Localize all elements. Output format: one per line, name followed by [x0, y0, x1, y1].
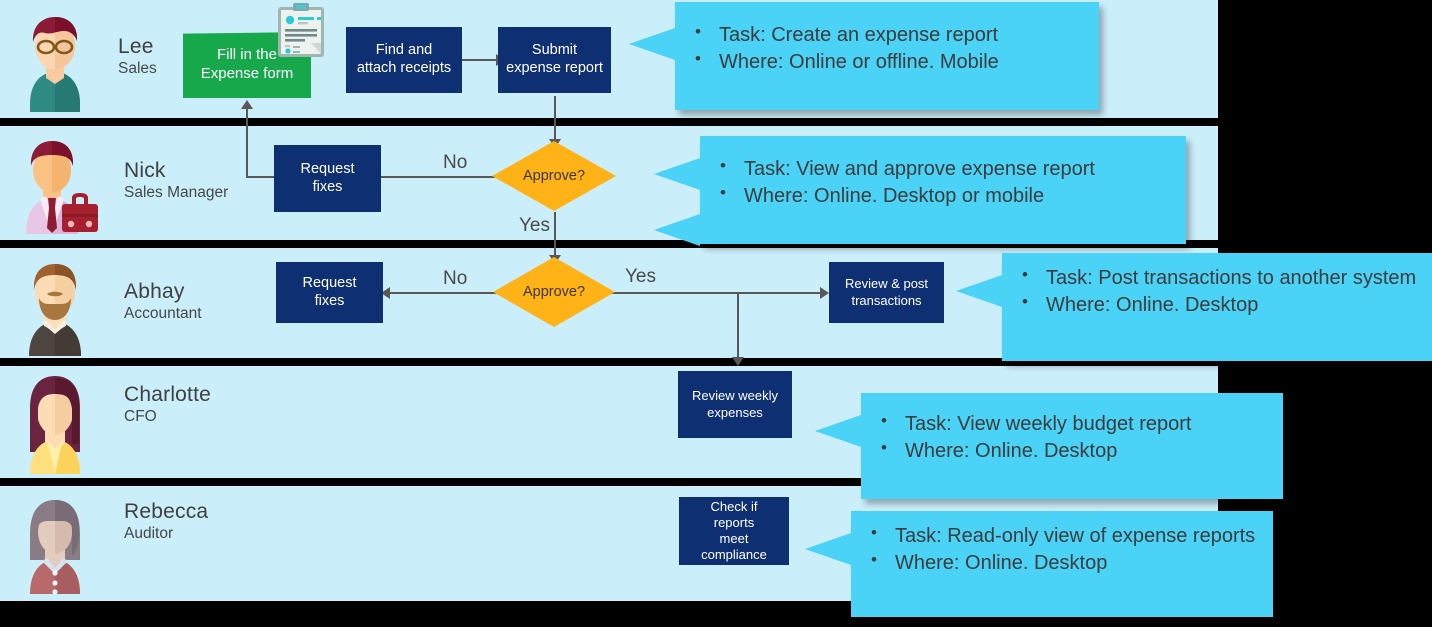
actor-label-charlotte: Charlotte CFO — [124, 383, 212, 426]
edge-label-manager-no: No — [443, 152, 468, 173]
node-label-line2: fixes — [314, 292, 345, 309]
callout-charlotte: Task: View weekly budget report Where: O… — [815, 393, 1283, 499]
arrowhead-yes-to-weekly — [732, 357, 744, 366]
callout-tail-secondary — [654, 214, 700, 246]
node-find-attach-receipts[interactable]: Find and attach receipts — [346, 27, 462, 93]
decision-label: Approve? — [522, 168, 586, 184]
callout-bullet: Task: Create an expense report — [685, 21, 1085, 48]
avatar-abhay-icon — [12, 252, 98, 356]
actor-label-rebecca: Rebecca Auditor — [124, 500, 209, 543]
node-label-line2: expense report — [506, 60, 603, 76]
callout-bullet: Task: Post transactions to another syste… — [1012, 264, 1418, 291]
actor-name: Nick — [124, 159, 166, 182]
callout-bullet: Where: Online. Desktop — [861, 549, 1259, 576]
connector-accountant-no — [384, 292, 502, 294]
node-label-line1: Review weekly — [692, 388, 778, 404]
callout-bullet: Where: Online. Desktop or mobile — [710, 182, 1172, 209]
decision-approve-accountant[interactable]: Approve? — [493, 257, 615, 327]
connector-manager-no-up — [246, 108, 248, 178]
edge-label-manager-yes: Yes — [519, 215, 550, 236]
edge-label-accountant-no: No — [443, 268, 468, 289]
node-submit-expense-report[interactable]: Submit expense report — [498, 27, 611, 93]
node-label-line1: Submit — [531, 42, 578, 59]
callout-tail — [805, 533, 851, 565]
node-label-line1: Request — [302, 274, 357, 291]
callout-bullet: Task: View weekly budget report — [871, 410, 1269, 437]
actor-role: Sales — [118, 60, 157, 78]
callout-tail — [815, 415, 861, 447]
callout-lee: Task: Create an expense report Where: On… — [629, 2, 1099, 110]
connector-accountant-yes — [608, 292, 826, 294]
actor-role: CFO — [124, 408, 157, 426]
node-label-line1: Review & post — [844, 276, 929, 292]
connector-manager-yes — [554, 212, 556, 261]
avatar-rebecca-icon — [12, 490, 98, 594]
callout-tail — [629, 28, 675, 60]
connector-yes-to-weekly — [737, 292, 739, 362]
actor-role: Accountant — [124, 305, 202, 323]
actor-name: Abhay — [124, 280, 185, 303]
callout-bullet: Where: Online. Desktop — [871, 437, 1269, 464]
node-label-line1: Find and — [375, 42, 433, 59]
node-label-line1: Fill in the — [216, 46, 277, 64]
node-request-fixes-manager[interactable]: Request fixes — [274, 145, 381, 212]
avatar-nick-icon — [12, 130, 98, 234]
callout-nick: Task: View and approve expense report Wh… — [654, 136, 1186, 246]
callout-rebecca: Task: Read-only view of expense reports … — [805, 511, 1273, 617]
decision-label: Approve? — [522, 284, 586, 300]
node-check-compliance[interactable]: Check if reports meet compliance — [679, 497, 789, 565]
node-label-line2: Expense form — [200, 65, 294, 82]
callout-tail — [956, 275, 1002, 307]
arrowhead-accountant-yes — [820, 287, 829, 299]
callout-bullet: Task: View and approve expense report — [710, 155, 1172, 182]
callout-bullet: Where: Online. Desktop — [1012, 291, 1418, 318]
callout-abhay: Task: Post transactions to another syste… — [956, 253, 1432, 361]
avatar-charlotte-icon — [12, 370, 98, 474]
swimlane-diagram: Lee Sales Nick Sales Manager Abhay Accou… — [0, 0, 1432, 627]
node-label-line1: Check if — [710, 498, 758, 514]
actor-role: Auditor — [124, 525, 174, 543]
node-review-post-transactions[interactable]: Review & post transactions — [829, 262, 944, 323]
callout-tail — [654, 158, 700, 190]
node-label-line2: fixes — [312, 178, 343, 195]
actor-name: Rebecca — [124, 500, 209, 523]
node-label-line2: transactions — [851, 292, 922, 308]
node-request-fixes-accountant[interactable]: Request fixes — [276, 262, 383, 323]
connector-find-to-submit — [462, 59, 498, 61]
actor-role: Sales Manager — [124, 184, 229, 202]
node-label-line3: meet — [719, 531, 749, 546]
node-label-line1: Request — [300, 160, 355, 177]
actor-label-lee: Lee Sales — [118, 35, 157, 78]
connector-submit-to-approve — [554, 96, 556, 145]
node-label-line4: compliance — [701, 547, 767, 563]
callout-bullet: Where: Online or offline. Mobile — [685, 48, 1085, 75]
callout-bullet: Task: Read-only view of expense reports — [861, 522, 1259, 549]
node-review-weekly-expenses[interactable]: Review weekly expenses — [678, 371, 792, 438]
node-label-line2: expenses — [707, 404, 763, 420]
node-label-line2: reports — [713, 514, 755, 530]
node-label-line2: attach receipts — [356, 60, 452, 76]
actor-label-abhay: Abhay Accountant — [124, 280, 202, 323]
arrowhead-manager-no-to-form — [241, 100, 253, 109]
actor-name: Lee — [118, 35, 154, 58]
decision-approve-manager[interactable]: Approve? — [492, 141, 616, 211]
actor-name: Charlotte — [124, 383, 212, 406]
edge-label-accountant-yes: Yes — [625, 266, 656, 287]
avatar-lee-icon — [12, 8, 98, 112]
actor-label-nick: Nick Sales Manager — [124, 159, 229, 202]
